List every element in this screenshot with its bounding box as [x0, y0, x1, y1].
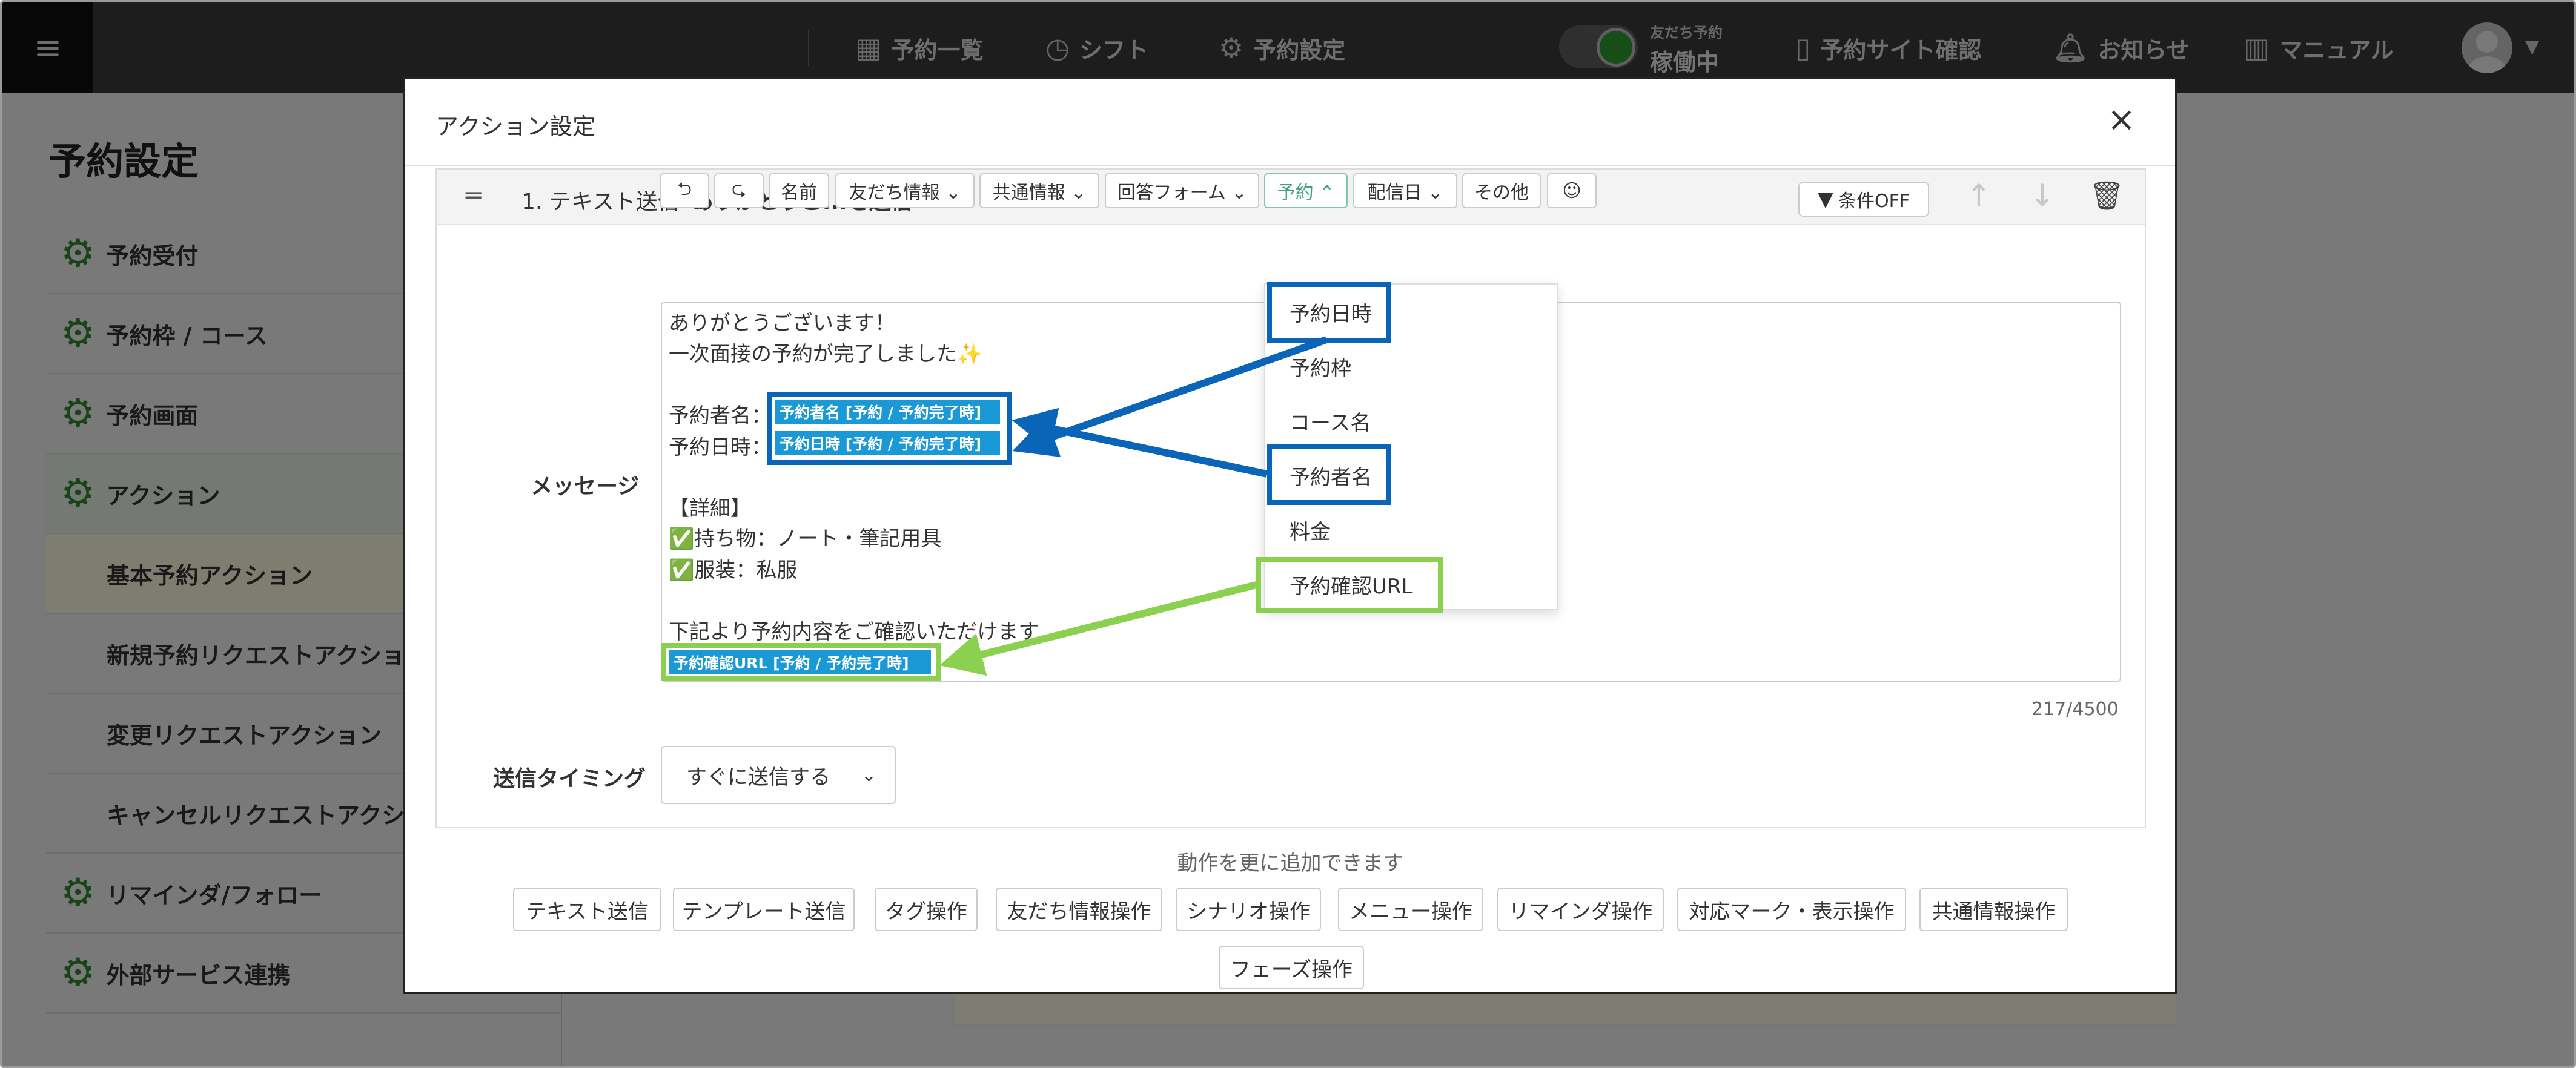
add-friend-info-button[interactable]: 友だち情報操作: [996, 888, 1162, 931]
add-tag-button[interactable]: タグ操作: [875, 888, 978, 931]
add-phase-button[interactable]: フェーズ操作: [1219, 946, 1364, 989]
arrow-name: [1012, 407, 1268, 478]
send-timing-label: 送信タイミング: [493, 766, 646, 791]
add-template-send-button[interactable]: テンプレート送信: [673, 888, 855, 931]
add-menu-button[interactable]: メニュー操作: [1338, 888, 1483, 931]
send-timing-value: すぐに送信する: [686, 765, 830, 789]
chevron-down-icon: ⌄: [861, 764, 876, 786]
app-frame: ≡ ▦ 予約一覧 ◷ シフト ⚙ 予約設定 友だち予約 稼働中 ▯ 予約サイト確…: [0, 0, 2576, 1068]
add-scenario-button[interactable]: シナリオ操作: [1176, 888, 1321, 931]
send-timing-select[interactable]: すぐに送信する ⌄: [661, 746, 896, 804]
add-mark-button[interactable]: 対応マーク・表示操作: [1677, 888, 1906, 931]
add-reminder-button[interactable]: リマインダ操作: [1497, 888, 1664, 931]
add-text-send-button[interactable]: テキスト送信: [513, 888, 661, 931]
add-actions-hint: 動作を更に追加できます: [1177, 851, 1404, 875]
add-common-info-button[interactable]: 共通情報操作: [1919, 888, 2068, 931]
arrow-url: [939, 581, 1257, 676]
